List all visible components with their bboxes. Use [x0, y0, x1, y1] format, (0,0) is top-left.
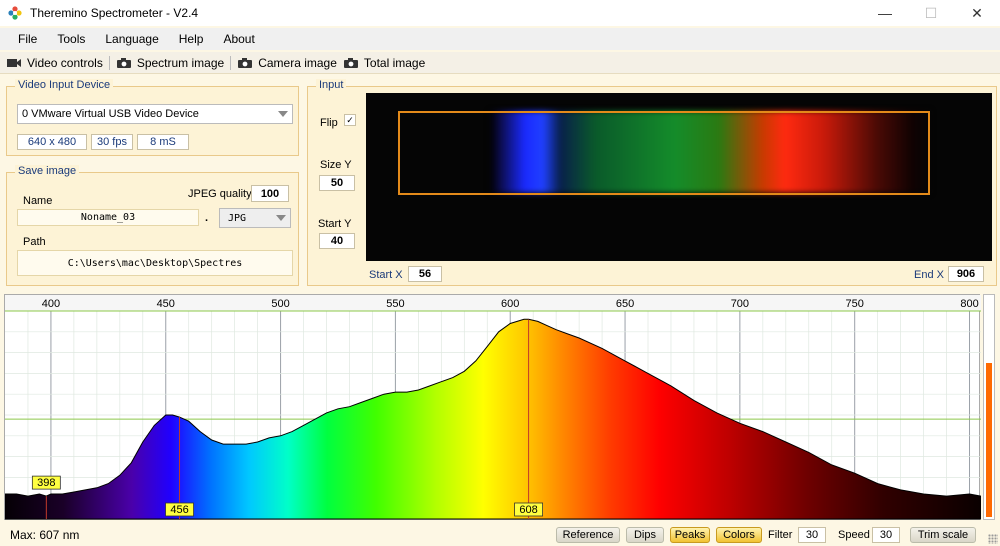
x-tick-label: 450	[157, 298, 175, 310]
size-y-label: Size Y	[320, 159, 352, 171]
total-image-button[interactable]: Total image	[343, 56, 425, 70]
trim-scale-button[interactable]: Trim scale	[910, 527, 976, 543]
flip-label: Flip	[320, 117, 338, 129]
jpeg-quality-input[interactable]: 100	[251, 185, 289, 202]
start-y-label: Start Y	[318, 218, 352, 230]
start-y-input[interactable]: 40	[319, 233, 355, 249]
name-label: Name	[23, 195, 53, 207]
dips-button[interactable]: Dips	[626, 527, 664, 543]
format-select[interactable]: JPG	[219, 208, 291, 228]
video-controls-label: Video controls	[27, 55, 103, 70]
spectrum-chart[interactable]: 400 450 500 550 600 650 700 750 800 398 456 608	[4, 294, 981, 520]
window-title: Theremino Spectrometer - V2.4	[30, 6, 199, 20]
menu-about[interactable]: About	[213, 32, 264, 46]
jpeg-quality-label: JPEG quality	[188, 188, 252, 200]
menu-bar: File Tools Language Help About	[0, 28, 1000, 50]
toolbar-separator	[230, 55, 232, 70]
close-button[interactable]: ✕	[954, 0, 1000, 26]
name-input[interactable]: Noname_03	[17, 209, 199, 226]
video-device-select[interactable]: 0 VMware Virtual USB Video Device	[17, 104, 293, 124]
toolbar: Video controls Spectrum image Camera ima…	[0, 52, 1000, 74]
spectrum-image-label: Spectrum image	[136, 55, 225, 70]
x-tick-label: 750	[846, 298, 864, 310]
spectrum-image-button[interactable]: Spectrum image	[116, 56, 224, 70]
video-input-legend: Video Input Device	[15, 79, 114, 91]
speed-label: Speed	[838, 529, 870, 541]
title-bar: Theremino Spectrometer - V2.4 — ☐ ✕	[0, 0, 1000, 26]
size-y-input[interactable]: 50	[319, 175, 355, 191]
path-input[interactable]: C:\Users\mac\Desktop\Spectres	[17, 250, 293, 276]
x-tick-label: 550	[386, 298, 404, 310]
level-meter	[983, 294, 995, 520]
end-x-input[interactable]: 906	[948, 266, 984, 282]
filter-label: Filter	[768, 529, 793, 541]
menu-tools[interactable]: Tools	[47, 32, 95, 46]
axis-band	[5, 295, 981, 311]
menu-language[interactable]: Language	[95, 32, 168, 46]
start-x-label: Start X	[369, 269, 403, 281]
x-tick-label: 500	[271, 298, 289, 310]
save-image-group: Save image Name JPEG quality 100 Noname_…	[6, 165, 299, 286]
x-tick-label: 650	[616, 298, 634, 310]
maximize-button[interactable]: ☐	[908, 0, 954, 26]
video-input-group: Video Input Device 0 VMware Virtual USB …	[6, 79, 299, 156]
peaks-button[interactable]: Peaks	[670, 527, 710, 543]
flip-checkbox[interactable]: ✓	[344, 114, 356, 126]
colors-button[interactable]: Colors	[716, 527, 762, 543]
toolbar-separator	[108, 55, 110, 70]
resize-grip-icon[interactable]	[988, 534, 998, 544]
video-device-value: 0 VMware Virtual USB Video Device	[22, 108, 199, 120]
dot-separator: .	[205, 212, 209, 224]
menu-help[interactable]: Help	[169, 32, 214, 46]
save-image-legend: Save image	[15, 165, 80, 177]
input-legend: Input	[316, 79, 347, 91]
camera-icon	[343, 57, 359, 69]
camera-image-button[interactable]: Camera image	[237, 56, 337, 70]
start-x-input[interactable]: 56	[408, 266, 442, 282]
minimize-button[interactable]: —	[862, 0, 908, 26]
camera-icon	[237, 57, 253, 69]
status-bar: Max: 607 nm Reference Dips Peaks Colors …	[0, 522, 1000, 546]
end-x-label: End X	[914, 269, 944, 281]
x-tick-label: 400	[42, 298, 60, 310]
filter-input[interactable]: 30	[798, 527, 826, 543]
reference-button[interactable]: Reference	[556, 527, 620, 543]
peak-label: 456	[170, 504, 188, 516]
camera-preview[interactable]	[366, 93, 992, 261]
x-tick-label: 800	[960, 298, 978, 310]
path-label: Path	[23, 236, 46, 248]
total-image-label: Total image	[363, 55, 426, 70]
peak-label: 398	[37, 477, 55, 489]
fps-readout: 30 fps	[91, 134, 133, 150]
video-camera-icon	[6, 57, 22, 69]
exposure-readout: 8 mS	[137, 134, 189, 150]
level-meter-fill	[986, 363, 992, 517]
format-value: JPG	[228, 212, 247, 224]
chevron-down-icon	[278, 111, 288, 117]
menu-file[interactable]: File	[8, 32, 47, 46]
x-tick-label: 700	[731, 298, 749, 310]
chevron-down-icon	[276, 215, 286, 221]
video-controls-button[interactable]: Video controls	[6, 56, 103, 70]
peak-label: 608	[519, 504, 537, 516]
flower-icon	[8, 6, 22, 20]
max-wavelength-readout: Max: 607 nm	[10, 528, 80, 542]
speed-input[interactable]: 30	[872, 527, 900, 543]
spectrum-chart-svg: 400 450 500 550 600 650 700 750 800 398 456 608	[5, 295, 981, 520]
camera-image-label: Camera image	[258, 55, 337, 70]
resolution-readout: 640 x 480	[17, 134, 87, 150]
selection-frame[interactable]	[398, 111, 930, 195]
camera-icon	[116, 57, 132, 69]
x-tick-label: 600	[501, 298, 519, 310]
